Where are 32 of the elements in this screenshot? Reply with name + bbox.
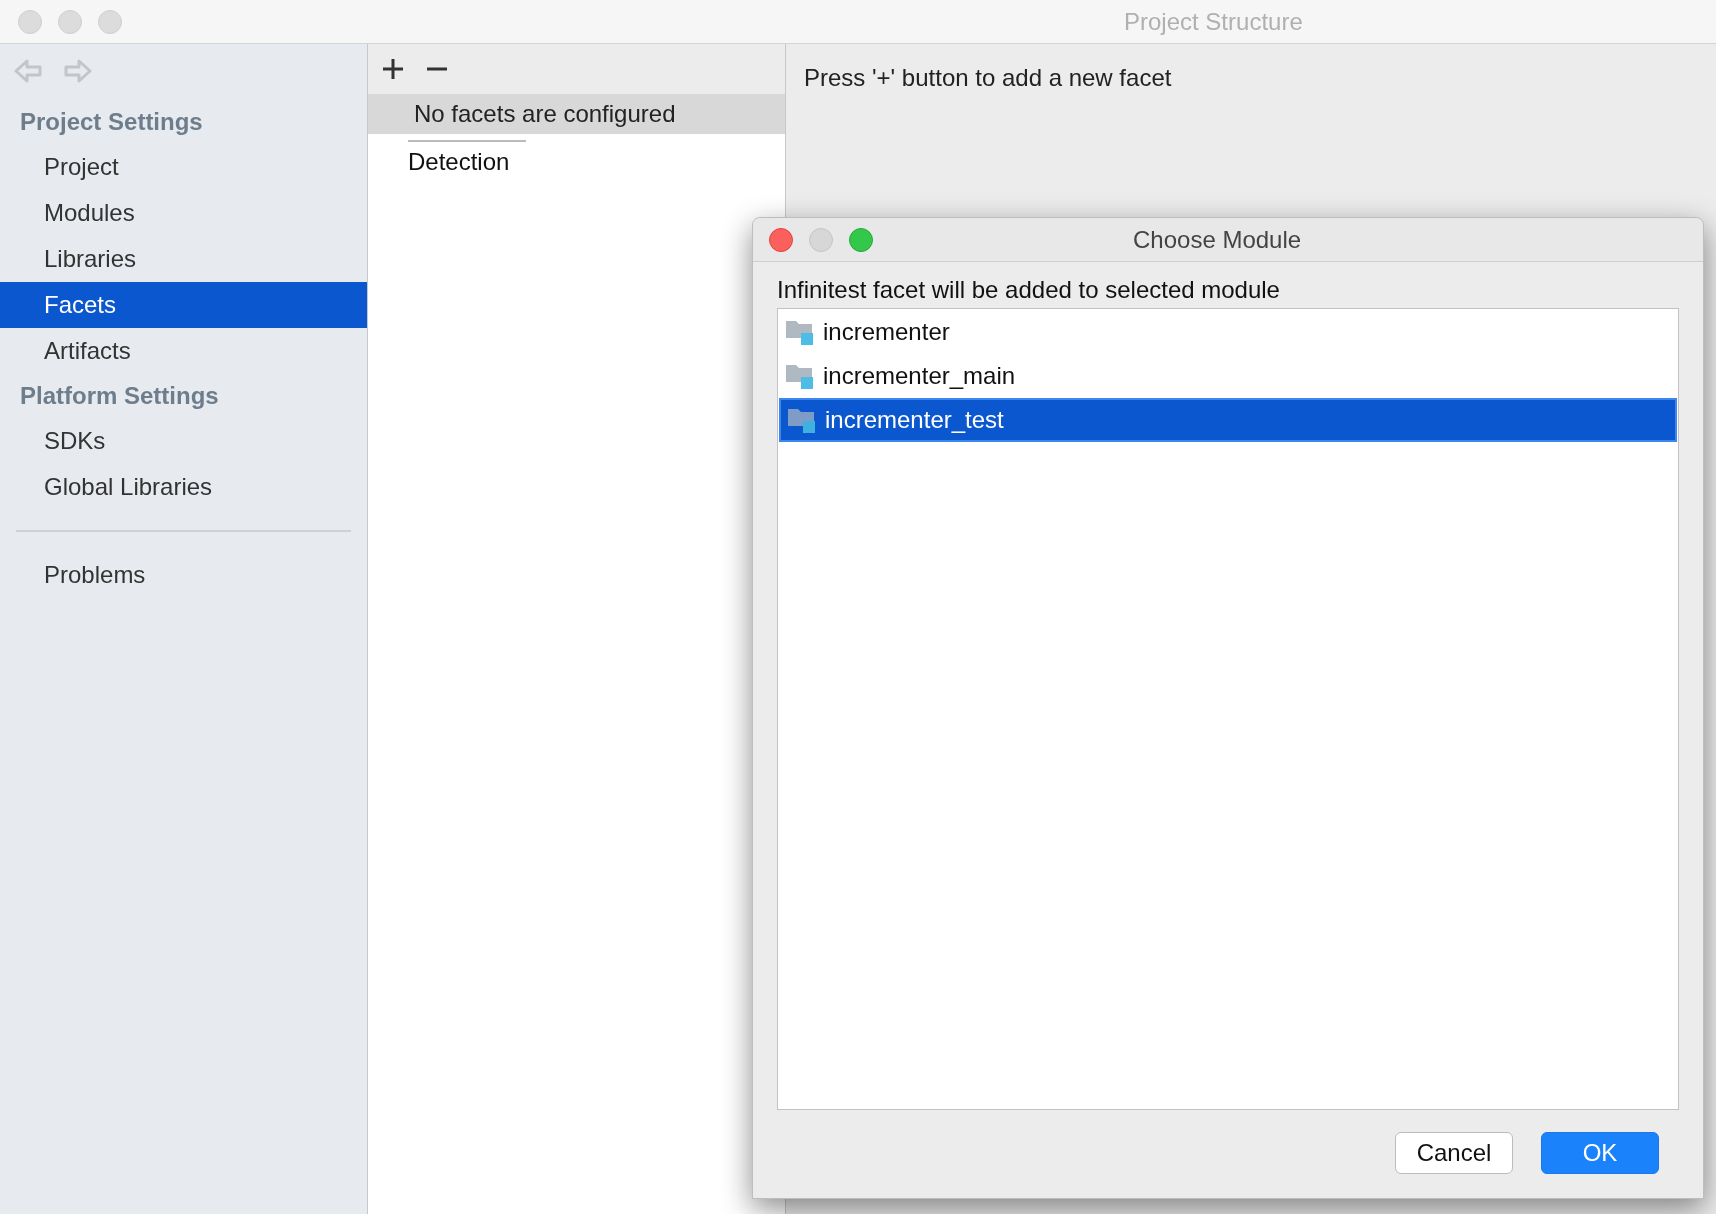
facet-item[interactable]: Detection [368,142,785,182]
minimize-button[interactable] [809,227,833,252]
module-folder-icon [785,363,815,389]
dialog-prompt: Infinitest facet will be added to selected module [777,276,1281,304]
ok-button[interactable]: OK [1541,1132,1659,1174]
sidebar-item[interactable]: SDKs [0,418,367,464]
hint-text: Press '+' button to add a new facet [804,64,1172,91]
dialog-title: Choose Module [1133,224,1302,255]
sidebar-item[interactable]: Artifacts [0,328,367,374]
sidebar-item[interactable]: Global Libraries [0,464,367,510]
section-heading: Platform Settings [19,381,220,411]
zoom-button[interactable] [98,9,122,34]
empty-message: No facets are configured [368,94,785,134]
module-folder-icon [785,319,815,345]
module-item[interactable]: incrementer_main [779,354,1677,398]
add-icon[interactable] [382,58,404,80]
close-button[interactable] [769,227,793,252]
cancel-button[interactable]: Cancel [1395,1132,1513,1174]
module-item[interactable]: incrementer_test [779,398,1677,442]
sidebar-item[interactable]: Problems [0,552,367,598]
sidebar-item[interactable]: Facets [0,282,367,328]
module-item[interactable]: incrementer [779,310,1677,354]
back-arrow-icon[interactable] [14,58,42,84]
window-title: Project Structure [1124,6,1303,37]
section-heading: Project Settings [19,107,204,137]
sidebar-item[interactable]: Project [0,144,367,190]
module-folder-icon [787,407,817,433]
forward-arrow-icon[interactable] [64,58,92,84]
minimize-button[interactable] [58,9,82,34]
sidebar-item[interactable]: Modules [0,190,367,236]
sidebar-item[interactable]: Libraries [0,236,367,282]
zoom-button[interactable] [849,227,873,252]
